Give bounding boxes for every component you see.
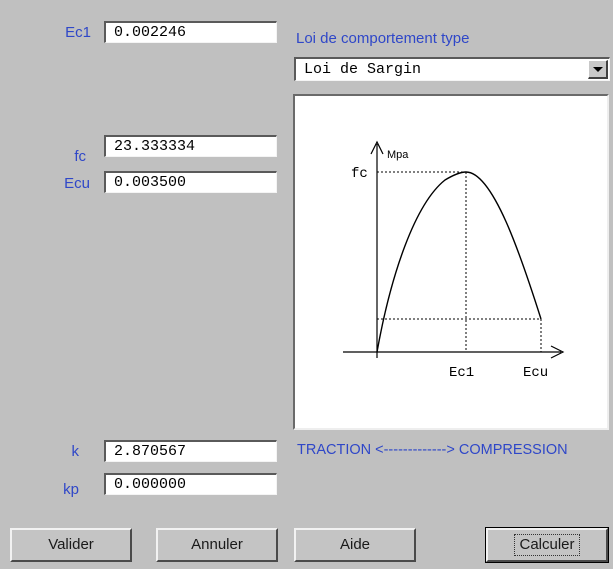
graph-svg: Mpa fc Ec1 Ecu [343,140,565,381]
x-end-label: Ecu [523,365,548,381]
ecu-label: Ecu [64,175,90,192]
k-field[interactable]: 2.870567 [104,440,277,462]
compute-button-label: Calculer [514,534,580,556]
ec1-label: Ec1 [65,24,91,41]
direction-text: TRACTION <-------------> COMPRESSION [297,442,568,458]
fc-label: fc [74,148,86,165]
k-label: k [71,443,80,460]
chevron-down-icon[interactable] [588,60,608,79]
y-unit-label: Mpa [387,149,409,161]
x-peak-label: Ec1 [449,365,474,381]
help-button[interactable]: Aide [294,528,416,562]
law-select[interactable]: Loi de Sargin [294,57,610,81]
stress-strain-graph: Mpa fc Ec1 Ecu [293,94,609,430]
cancel-button-label: Annuler [191,536,243,553]
validate-button[interactable]: Valider [10,528,132,562]
kp-field[interactable]: 0.000000 [104,473,277,495]
ecu-field[interactable]: 0.003500 [104,171,277,193]
law-title: Loi de comportement type [296,30,470,47]
ec1-field[interactable]: 0.002246 [104,21,277,43]
compute-button[interactable]: Calculer [485,527,609,563]
fc-field[interactable]: 23.333334 [104,135,277,157]
help-button-label: Aide [339,536,371,553]
law-select-value: Loi de Sargin [304,61,422,78]
sargin-curve [376,171,542,353]
kp-label: kp [63,481,79,498]
cancel-button[interactable]: Annuler [156,528,278,562]
validate-button-label: Valider [48,536,94,553]
y-peak-label: fc [351,166,368,182]
